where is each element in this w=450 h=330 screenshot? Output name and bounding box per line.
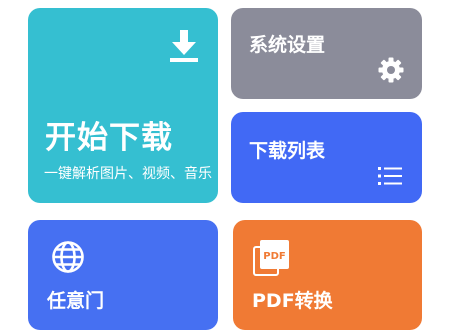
- start-download-subtitle: 一键解析图片、视频、音乐: [44, 166, 212, 182]
- gear-icon: [378, 57, 404, 83]
- pdf-convert-title: PDF转换: [252, 290, 333, 312]
- start-download-tile[interactable]: 开始下载 一键解析图片、视频、音乐: [28, 8, 218, 203]
- pdf-file-icon: PDF: [253, 240, 289, 276]
- list-icon: [378, 167, 402, 185]
- system-settings-tile[interactable]: 系统设置: [231, 8, 422, 99]
- pdf-icon-label: PDF: [263, 251, 285, 262]
- start-download-title: 开始下载: [45, 120, 173, 156]
- portal-title: 任意门: [47, 290, 105, 312]
- system-settings-title: 系统设置: [249, 34, 326, 56]
- globe-icon: [52, 241, 84, 273]
- download-list-title: 下载列表: [249, 140, 326, 162]
- pdf-convert-tile[interactable]: PDF PDF转换: [233, 220, 422, 330]
- portal-tile[interactable]: 任意门: [28, 220, 218, 330]
- download-icon: [170, 30, 198, 62]
- download-list-tile[interactable]: 下载列表: [231, 112, 422, 203]
